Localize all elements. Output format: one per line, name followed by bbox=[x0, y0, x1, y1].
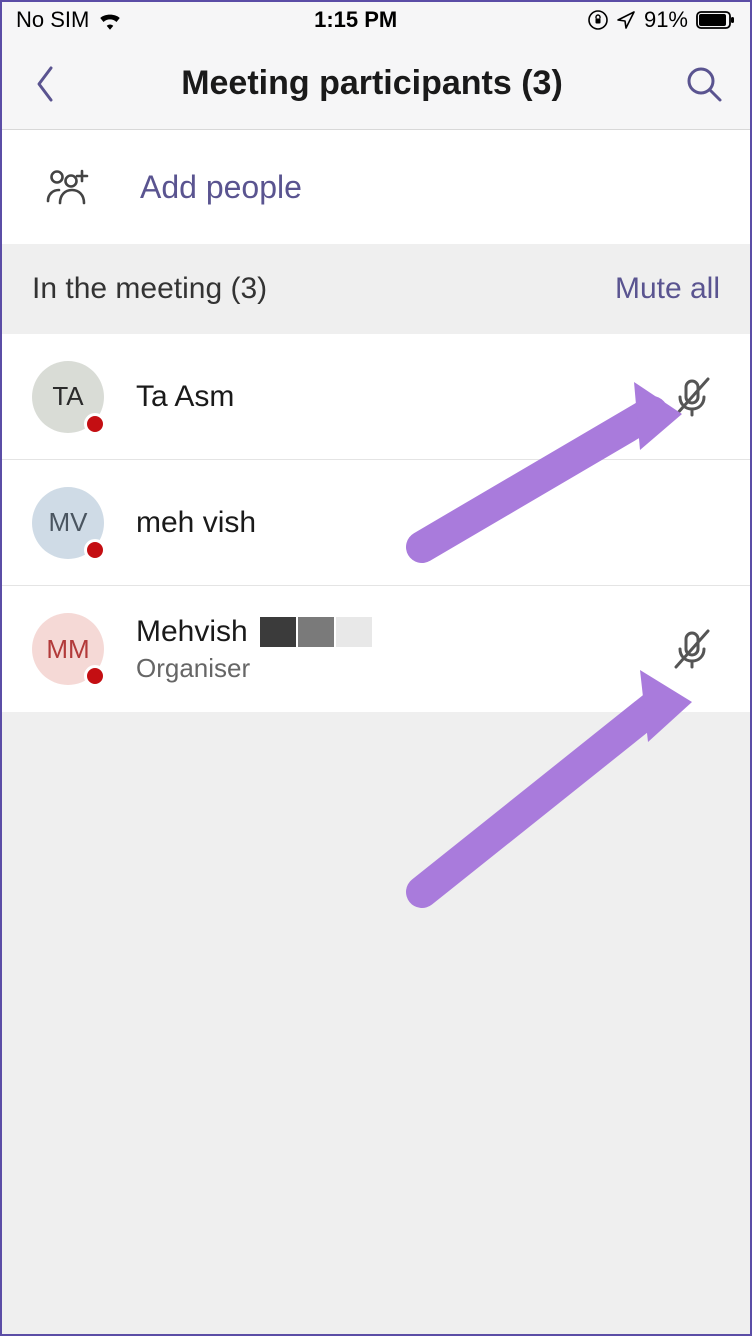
rotation-lock-icon bbox=[588, 10, 608, 30]
participant-info: Ta Asm bbox=[136, 380, 664, 414]
mic-muted-icon[interactable] bbox=[664, 621, 720, 677]
avatar: MM bbox=[32, 613, 104, 685]
avatar: TA bbox=[32, 361, 104, 433]
participant-row[interactable]: TA Ta Asm bbox=[2, 334, 750, 460]
empty-area bbox=[2, 712, 750, 1334]
participant-name: Ta Asm bbox=[136, 380, 664, 414]
participant-info: meh vish bbox=[136, 506, 720, 540]
header: Meeting participants (3) bbox=[2, 38, 750, 130]
participant-name: Mehvish bbox=[136, 615, 664, 649]
participant-name: meh vish bbox=[136, 506, 720, 540]
mic-muted-icon[interactable] bbox=[664, 369, 720, 425]
presence-busy-icon bbox=[84, 665, 106, 687]
wifi-icon bbox=[97, 10, 123, 30]
page-title: Meeting participants (3) bbox=[64, 64, 680, 103]
participant-info: Mehvish Organiser bbox=[136, 615, 664, 684]
clock-text: 1:15 PM bbox=[314, 7, 397, 33]
presence-busy-icon bbox=[84, 539, 106, 561]
mute-all-button[interactable]: Mute all bbox=[615, 272, 720, 306]
add-people-label: Add people bbox=[140, 169, 302, 206]
carrier-text: No SIM bbox=[16, 7, 89, 33]
battery-percent-text: 91% bbox=[644, 7, 688, 33]
participants-list: TA Ta Asm MV meh vish MM Mehvish Organiser bbox=[2, 334, 750, 712]
status-bar: No SIM 1:15 PM 91% bbox=[2, 2, 750, 38]
add-people-button[interactable]: Add people bbox=[2, 130, 750, 244]
battery-icon bbox=[696, 10, 736, 30]
participant-row[interactable]: MV meh vish bbox=[2, 460, 750, 586]
back-button[interactable] bbox=[24, 64, 64, 104]
participant-role: Organiser bbox=[136, 653, 664, 684]
participant-row[interactable]: MM Mehvish Organiser bbox=[2, 586, 750, 712]
add-people-icon bbox=[46, 163, 94, 211]
section-title: In the meeting (3) bbox=[32, 272, 267, 306]
location-icon bbox=[616, 10, 636, 30]
section-header: In the meeting (3) Mute all bbox=[2, 244, 750, 334]
presence-busy-icon bbox=[84, 413, 106, 435]
redacted-text bbox=[260, 617, 372, 647]
avatar: MV bbox=[32, 487, 104, 559]
search-button[interactable] bbox=[680, 60, 728, 108]
